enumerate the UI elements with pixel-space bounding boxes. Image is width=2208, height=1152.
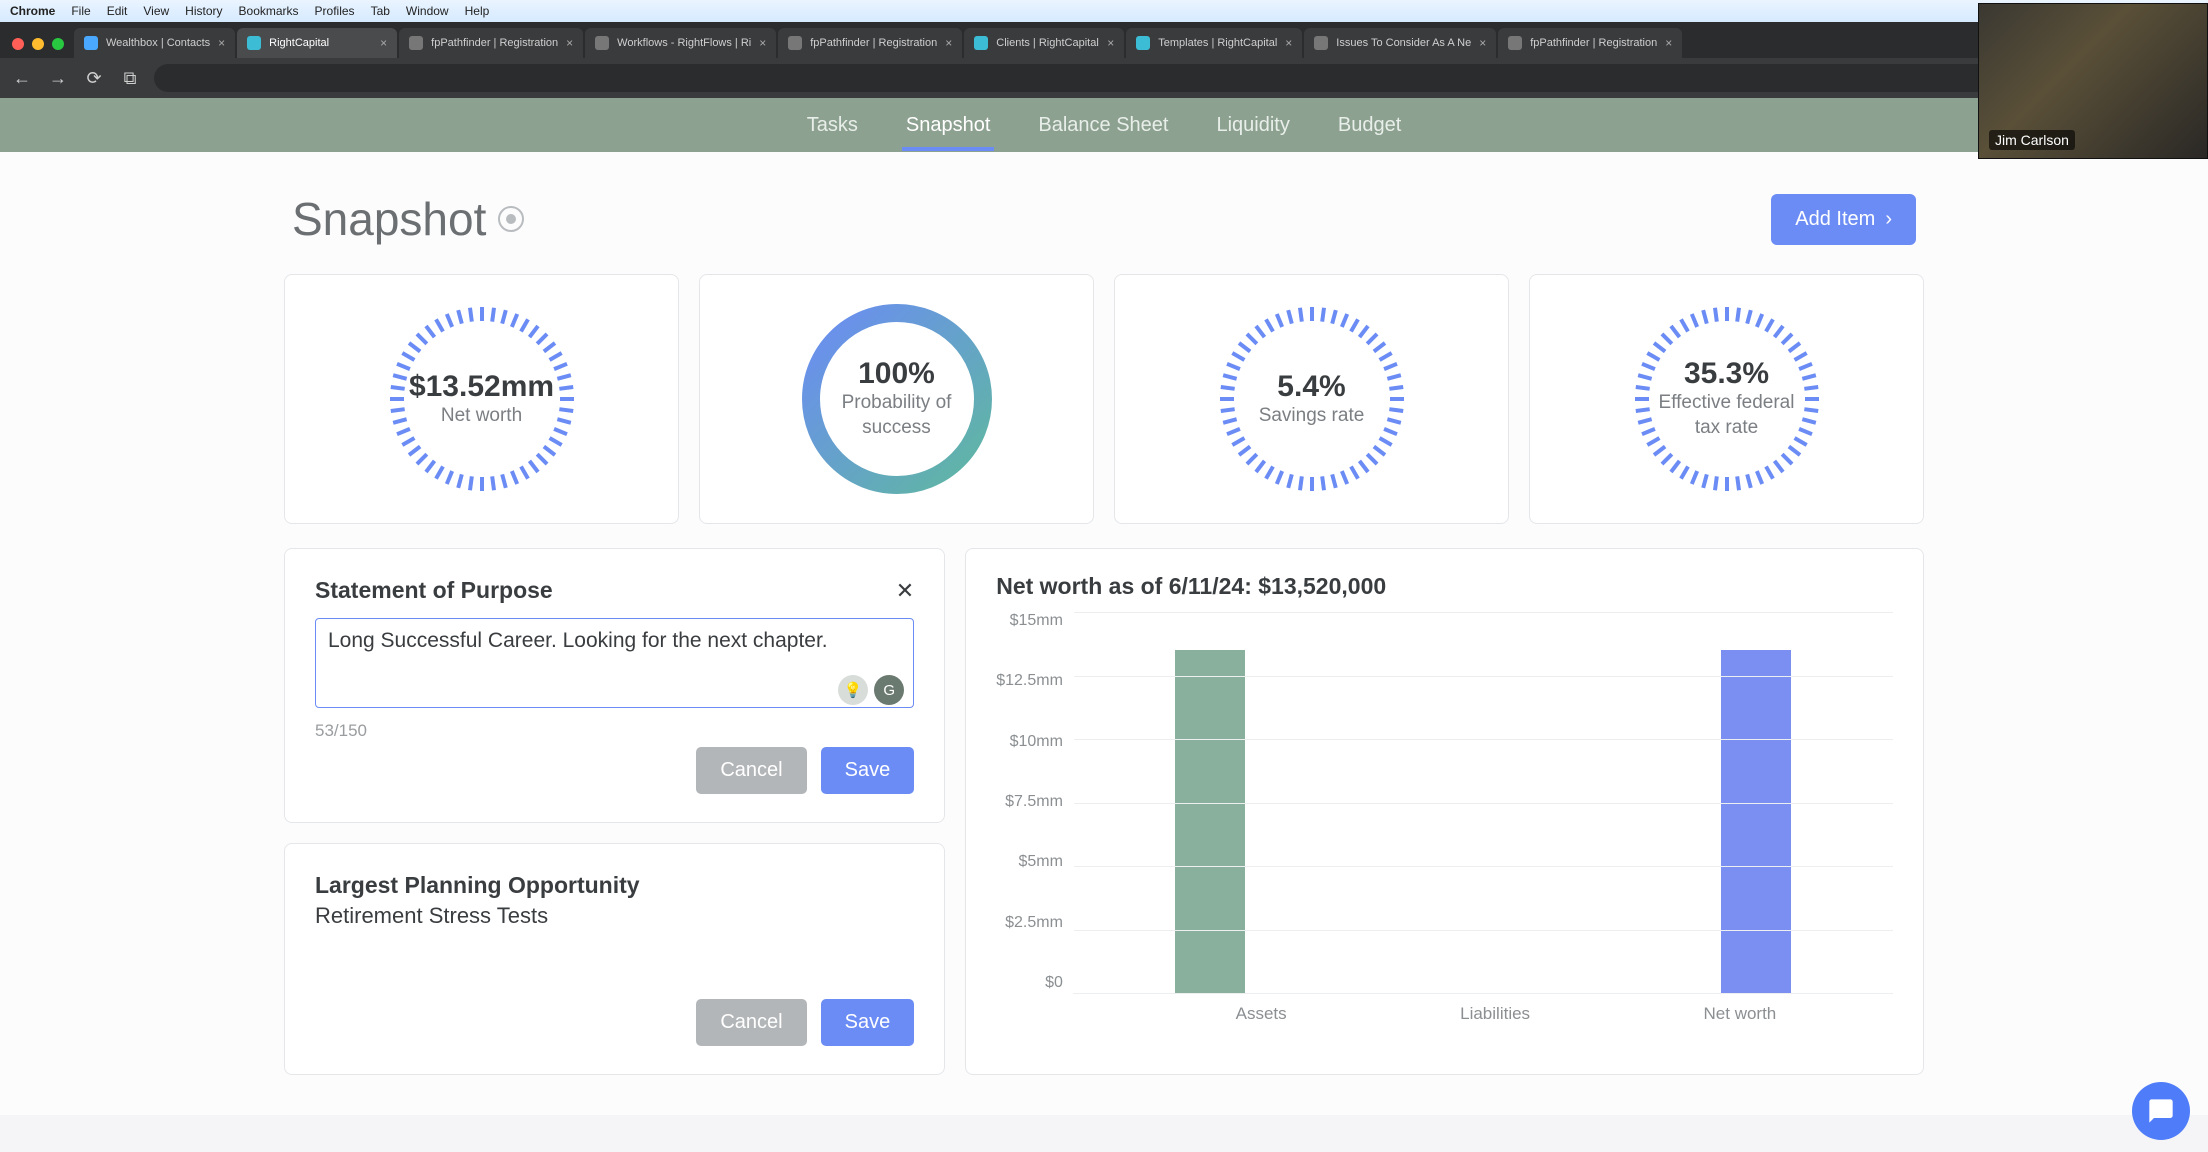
mac-menu-help[interactable]: Help bbox=[465, 4, 490, 18]
window-controls bbox=[6, 38, 74, 58]
y-tick: $12.5mm bbox=[996, 672, 1063, 690]
browser-tab[interactable]: Wealthbox | Contacts× bbox=[74, 28, 235, 58]
statement-of-purpose-card: Statement of Purpose ✕ 💡 G 53/150 Cancel… bbox=[284, 548, 945, 823]
tab-close-icon[interactable]: × bbox=[759, 36, 766, 50]
nav-balance-sheet[interactable]: Balance Sheet bbox=[1034, 102, 1172, 149]
tab-close-icon[interactable]: × bbox=[1665, 36, 1672, 50]
macos-menu-bar: Chrome File Edit View History Bookmarks … bbox=[0, 0, 2208, 22]
mac-menu-profiles[interactable]: Profiles bbox=[315, 4, 355, 18]
browser-tab[interactable]: Workflows - RightFlows | Ri× bbox=[585, 28, 776, 58]
chart-y-axis: $15mm $12.5mm $10mm $7.5mm $5mm $2.5mm $0 bbox=[996, 612, 1073, 992]
tab-close-icon[interactable]: × bbox=[1107, 36, 1114, 50]
browser-tab[interactable]: Templates | RightCapital× bbox=[1126, 28, 1302, 58]
net-worth-chart-card: Net worth as of 6/11/24: $13,520,000 $15… bbox=[965, 548, 1924, 1075]
tab-close-icon[interactable]: × bbox=[380, 36, 387, 50]
window-zoom[interactable] bbox=[52, 38, 64, 50]
x-tick: Net worth bbox=[1704, 1004, 1777, 1024]
chart-bar[interactable] bbox=[1721, 650, 1791, 993]
kpi-card[interactable]: 100%Probability of success bbox=[699, 274, 1094, 524]
window-close[interactable] bbox=[12, 38, 24, 50]
app-subnav: Tasks Snapshot Balance Sheet Liquidity B… bbox=[0, 98, 2208, 152]
visibility-icon[interactable] bbox=[498, 206, 524, 232]
window-minimize[interactable] bbox=[32, 38, 44, 50]
chart-title: Net worth as of 6/11/24: $13,520,000 bbox=[996, 573, 1923, 600]
kpi-value: 35.3% bbox=[1684, 357, 1769, 391]
browser-tab[interactable]: fpPathfinder | Registration× bbox=[778, 28, 962, 58]
page-title-text: Snapshot bbox=[292, 192, 486, 246]
video-thumbnail[interactable]: Jim Carlson bbox=[1978, 3, 2208, 159]
kpi-label: Effective federal tax rate bbox=[1627, 391, 1827, 440]
sop-textarea[interactable] bbox=[315, 618, 914, 708]
mac-menu-edit[interactable]: Edit bbox=[107, 4, 128, 18]
y-tick: $15mm bbox=[1010, 612, 1063, 630]
nav-home[interactable]: ⧉ bbox=[118, 68, 142, 89]
mac-menu-bookmarks[interactable]: Bookmarks bbox=[239, 4, 299, 18]
kpi-value: $13.52mm bbox=[409, 370, 554, 404]
intercom-chat-button[interactable] bbox=[2132, 1082, 2190, 1140]
x-tick: Assets bbox=[1236, 1004, 1287, 1024]
mac-menu-file[interactable]: File bbox=[71, 4, 90, 18]
tab-close-icon[interactable]: × bbox=[945, 36, 952, 50]
browser-tab[interactable]: Issues To Consider As A Ne× bbox=[1304, 28, 1496, 58]
chart-bar[interactable] bbox=[1175, 650, 1245, 993]
kpi-card[interactable]: $13.52mmNet worth bbox=[284, 274, 679, 524]
add-item-button[interactable]: Add Item › bbox=[1771, 194, 1916, 245]
opportunity-text: Retirement Stress Tests bbox=[315, 903, 914, 929]
kpi-card[interactable]: 35.3%Effective federal tax rate bbox=[1529, 274, 1924, 524]
mac-menu-tab[interactable]: Tab bbox=[371, 4, 390, 18]
y-tick: $10mm bbox=[1010, 733, 1063, 751]
opportunity-title: Largest Planning Opportunity bbox=[315, 872, 914, 899]
y-tick: $0 bbox=[1045, 974, 1063, 992]
grammarly-check-icon[interactable]: G bbox=[874, 675, 904, 705]
chrome-toolbar: ← → ⟳ ⧉ 🔍 bbox=[0, 58, 2208, 98]
kpi-label: Savings rate bbox=[1237, 404, 1387, 429]
close-icon[interactable]: ✕ bbox=[896, 578, 914, 604]
chart-plot bbox=[1073, 612, 1893, 994]
kpi-label: Probability of success bbox=[797, 391, 997, 440]
nav-budget[interactable]: Budget bbox=[1334, 102, 1405, 149]
page-title: Snapshot bbox=[292, 192, 524, 246]
nav-snapshot[interactable]: Snapshot bbox=[902, 102, 995, 149]
kpi-value: 100% bbox=[858, 357, 935, 391]
add-item-label: Add Item bbox=[1795, 208, 1875, 231]
mac-app-name[interactable]: Chrome bbox=[10, 4, 55, 18]
opp-save-button[interactable]: Save bbox=[821, 999, 915, 1046]
chrome-tab-strip: Wealthbox | Contacts×RightCapital×fpPath… bbox=[0, 22, 2208, 58]
tab-close-icon[interactable]: × bbox=[1285, 36, 1292, 50]
kpi-value: 5.4% bbox=[1277, 370, 1345, 404]
chart-x-axis: Assets Liabilities Net worth bbox=[1149, 1004, 1893, 1024]
kpi-label: Net worth bbox=[419, 404, 544, 429]
mac-menu-window[interactable]: Window bbox=[406, 4, 449, 18]
chevron-right-icon: › bbox=[1885, 208, 1892, 231]
x-tick: Liabilities bbox=[1460, 1004, 1530, 1024]
sop-title: Statement of Purpose bbox=[315, 577, 553, 604]
nav-forward[interactable]: → bbox=[46, 68, 70, 89]
nav-liquidity[interactable]: Liquidity bbox=[1212, 102, 1293, 149]
browser-tab[interactable]: fpPathfinder | Registration× bbox=[1498, 28, 1682, 58]
nav-reload[interactable]: ⟳ bbox=[82, 68, 106, 89]
tab-close-icon[interactable]: × bbox=[1479, 36, 1486, 50]
address-bar[interactable] bbox=[154, 64, 2169, 92]
tab-close-icon[interactable]: × bbox=[218, 36, 225, 50]
nav-back[interactable]: ← bbox=[10, 68, 34, 89]
opp-cancel-button[interactable]: Cancel bbox=[696, 999, 806, 1046]
y-tick: $7.5mm bbox=[1005, 793, 1063, 811]
browser-tab[interactable]: fpPathfinder | Registration× bbox=[399, 28, 583, 58]
y-tick: $2.5mm bbox=[1005, 914, 1063, 932]
char-count: 53/150 bbox=[315, 721, 914, 741]
browser-tab[interactable]: Clients | RightCapital× bbox=[964, 28, 1124, 58]
grammarly-icon[interactable]: 💡 bbox=[838, 675, 868, 705]
nav-tasks[interactable]: Tasks bbox=[803, 102, 862, 149]
kpi-card[interactable]: 5.4%Savings rate bbox=[1114, 274, 1509, 524]
video-participant-name: Jim Carlson bbox=[1989, 130, 2075, 150]
y-tick: $5mm bbox=[1018, 853, 1062, 871]
mac-menu-history[interactable]: History bbox=[185, 4, 222, 18]
mac-menu-view[interactable]: View bbox=[143, 4, 169, 18]
sop-cancel-button[interactable]: Cancel bbox=[696, 747, 806, 794]
sop-save-button[interactable]: Save bbox=[821, 747, 915, 794]
tab-close-icon[interactable]: × bbox=[566, 36, 573, 50]
browser-tab[interactable]: RightCapital× bbox=[237, 28, 397, 58]
planning-opportunity-card: Largest Planning Opportunity Retirement … bbox=[284, 843, 945, 1075]
